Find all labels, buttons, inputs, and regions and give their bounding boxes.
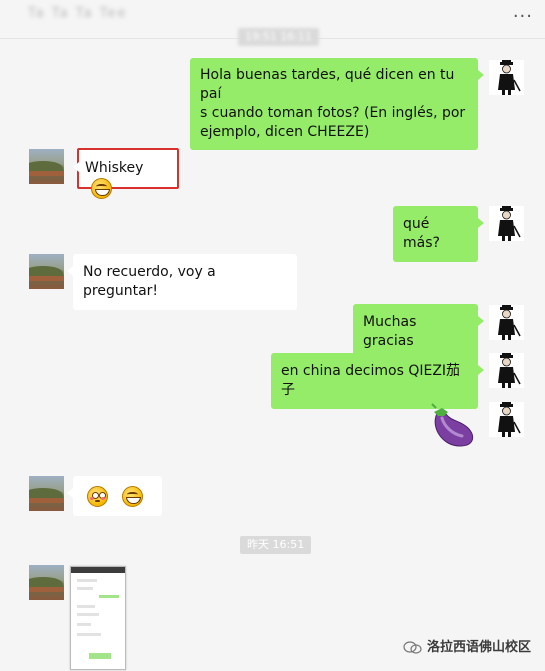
avatar-self[interactable] bbox=[489, 305, 524, 340]
grinning-face-icon bbox=[91, 178, 112, 199]
timestamp: 19:51 16:11 bbox=[238, 28, 319, 46]
eggplant-icon[interactable] bbox=[430, 402, 478, 454]
avatar-self[interactable] bbox=[489, 60, 524, 95]
wechat-official-account-icon bbox=[403, 640, 422, 654]
message-text: en china decimos QIEZI茄子 bbox=[281, 363, 461, 398]
flushed-face-icon bbox=[87, 486, 108, 507]
timestamp: 昨天 16:51 bbox=[240, 536, 312, 554]
avatar-contact[interactable] bbox=[29, 254, 64, 289]
chat-title: Ta Ta Ta Tee bbox=[28, 6, 128, 21]
watermark: 洛拉西语佛山校区 bbox=[403, 636, 531, 655]
message-text-line: s cuando toman fotos? (En inglés, por bbox=[200, 105, 466, 121]
avatar-self[interactable] bbox=[489, 206, 524, 241]
message-bubble-outgoing[interactable]: en china decimos QIEZI茄子 bbox=[271, 353, 484, 409]
message-bubble-outgoing[interactable]: Muchas gracias bbox=[353, 304, 484, 360]
grinning-face-icon bbox=[122, 486, 144, 507]
message-bubble-outgoing[interactable]: qué más? bbox=[393, 206, 484, 262]
more-dots-icon[interactable]: ··· bbox=[513, 6, 533, 27]
image-message-thumbnail[interactable] bbox=[70, 566, 126, 670]
message-text: No recuerdo, voy a preguntar! bbox=[83, 264, 216, 299]
message-text: Muchas gracias bbox=[363, 314, 417, 349]
message-bubble-incoming[interactable] bbox=[67, 476, 162, 516]
avatar-self[interactable] bbox=[489, 402, 524, 437]
message-text-line: Hola buenas tardes, qué dicen en tu paí bbox=[200, 67, 455, 102]
message-bubble-incoming[interactable]: No recuerdo, voy a preguntar! bbox=[67, 254, 297, 310]
message-text: qué más? bbox=[403, 216, 440, 251]
message-bubble-incoming[interactable]: Whiskey bbox=[73, 148, 179, 199]
message-text: Whiskey bbox=[85, 160, 144, 176]
message-bubble-outgoing[interactable]: Hola buenas tardes, qué dicen en tu paí … bbox=[190, 58, 484, 150]
message-text-line: ejemplo, dicen CHEEZE) bbox=[200, 124, 370, 140]
avatar-contact[interactable] bbox=[29, 565, 64, 600]
avatar-self[interactable] bbox=[489, 353, 524, 388]
avatar-contact[interactable] bbox=[29, 476, 64, 511]
watermark-text: 洛拉西语佛山校区 bbox=[426, 640, 531, 655]
avatar-contact[interactable] bbox=[29, 149, 64, 184]
